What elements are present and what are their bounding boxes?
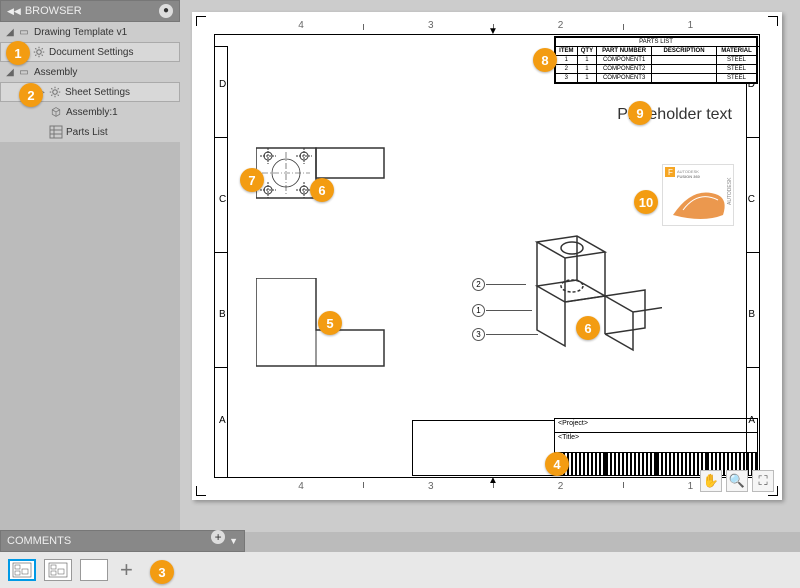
gear-icon (47, 85, 63, 99)
cube-icon (48, 105, 64, 119)
ruler-col: 1 (688, 481, 694, 492)
title-block-project: <Project> (555, 419, 757, 433)
expand-arrow-icon[interactable]: ◢ (4, 27, 16, 38)
tree-label: Drawing Template v1 (32, 27, 180, 38)
view-controls: ✋ 🔍 ⛶ (700, 470, 774, 492)
balloon: 1 (472, 304, 485, 317)
strip-tick (746, 367, 759, 368)
corner-marker (196, 16, 206, 26)
strip-tick (215, 137, 228, 138)
pan-button[interactable]: ✋ (700, 470, 722, 492)
fusion-logo-image[interactable]: F AUTODESK FUSION 360 AUTODESK (662, 164, 734, 226)
strip-tick (746, 137, 759, 138)
ruler-tick (363, 482, 364, 488)
balloon-leader (486, 284, 526, 285)
table-row: 11COMPONENT1STEEL (556, 56, 757, 65)
tree-item-partslist[interactable]: Parts List (0, 122, 180, 142)
expand-arrow-icon[interactable]: ◢ (4, 67, 16, 78)
gear-icon (31, 45, 47, 59)
strip-tick (746, 252, 759, 253)
browser-header[interactable]: ◀◀ BROWSER ● (0, 0, 180, 22)
tree-item-template[interactable]: ◢ ▭ Drawing Template v1 (0, 22, 180, 42)
annotation-callout: 6 (310, 178, 334, 202)
zoom-button[interactable]: 🔍 (726, 470, 748, 492)
zoom-fit-button[interactable]: ⛶ (752, 470, 774, 492)
drawing-view-iso[interactable]: 2 1 3 (482, 234, 662, 384)
sheet-thumbnail-blank[interactable] (80, 559, 108, 581)
title-block-title: <Title> (555, 433, 757, 453)
annotation-callout: 3 (150, 560, 174, 584)
document-icon: ▭ (16, 25, 32, 39)
comments-title: COMMENTS (7, 530, 71, 552)
annotation-callout: 2 (19, 83, 43, 107)
annotation-callout: 10 (634, 190, 658, 214)
ruler-tick (363, 24, 364, 30)
tree-label: Assembly:1 (64, 107, 180, 118)
drawing-canvas[interactable]: 4 3 2 1 4 3 2 1 ▼ ▲ D C B A D C B A (180, 0, 800, 532)
chevron-down-icon[interactable]: ▼ (229, 530, 238, 552)
browser-tree: ◢ ▭ Drawing Template v1 ▷ Document Setti… (0, 22, 180, 142)
strip-tick (215, 367, 228, 368)
annotation-callout: 6 (576, 316, 600, 340)
svg-text:FUSION 360: FUSION 360 (677, 174, 701, 179)
comments-header[interactable]: COMMENTS + ▼ (0, 530, 245, 552)
parts-list-header: PART NUMBER (597, 47, 652, 56)
drawing-sheet: 4 3 2 1 4 3 2 1 ▼ ▲ D C B A D C B A (192, 12, 782, 500)
annotation-callout: 9 (628, 101, 652, 125)
ruler-col: 4 (298, 481, 304, 492)
sheet-thumbnail[interactable] (8, 559, 36, 581)
annotation-callout: 5 (318, 311, 342, 335)
sheet-tab-bar: + (0, 552, 800, 588)
sheet-icon: ▭ (16, 65, 32, 79)
ruler-col: 3 (428, 20, 434, 31)
ruler-col: 2 (558, 481, 564, 492)
svg-text:AUTODESK: AUTODESK (727, 177, 733, 205)
tree-label: Assembly (32, 67, 180, 78)
ruler-tick (623, 24, 624, 30)
ruler-col: 2 (558, 20, 564, 31)
title-block-footer (555, 453, 757, 464)
ruler-col: 1 (688, 20, 694, 31)
corner-marker (768, 16, 778, 26)
balloon-leader (486, 310, 532, 311)
balloon: 3 (472, 328, 485, 341)
ruler-tick (623, 482, 624, 488)
add-comment-icon[interactable]: + (211, 530, 225, 544)
title-block[interactable]: <Project> <Title> (554, 418, 758, 476)
row-label-strip (746, 46, 759, 477)
table-row: 31COMPONENT3STEEL (556, 74, 757, 83)
comments-panel: COMMENTS + ▼ (0, 530, 245, 552)
parts-list-header: QTY (577, 47, 596, 56)
row-label-strip (215, 46, 228, 477)
parts-list-caption: PARTS LIST (555, 37, 757, 46)
table-row: 21COMPONENT2STEEL (556, 65, 757, 74)
balloon-leader (486, 334, 538, 335)
tree-label: Parts List (64, 127, 180, 138)
panel-collapse-icon[interactable]: ◀◀ (7, 0, 21, 22)
svg-text:F: F (668, 168, 673, 177)
list-icon (48, 125, 64, 139)
parts-list-table[interactable]: PARTS LIST ITEM QTY PART NUMBER DESCRIPT… (554, 36, 758, 84)
strip-tick (215, 252, 228, 253)
parts-list-header: ITEM (556, 47, 578, 56)
browser-panel: ◀◀ BROWSER ● ◢ ▭ Drawing Template v1 ▷ D… (0, 0, 180, 142)
browser-title: BROWSER (25, 0, 82, 22)
add-sheet-button[interactable]: + (116, 557, 137, 583)
tree-label: Sheet Settings (63, 87, 179, 98)
annotation-callout: 8 (533, 48, 557, 72)
ruler-col: 3 (428, 481, 434, 492)
parts-list-header: DESCRIPTION (652, 47, 717, 56)
tree-label: Document Settings (47, 47, 179, 58)
annotation-callout: 7 (240, 168, 264, 192)
title-block-revision[interactable] (412, 420, 554, 476)
balloon: 2 (472, 278, 485, 291)
parts-list-header: MATERIAL (717, 47, 757, 56)
annotation-callout: 1 (6, 41, 30, 65)
annotation-callout: 4 (545, 452, 569, 476)
corner-marker (196, 486, 206, 496)
ruler-col: 4 (298, 20, 304, 31)
tree-item-assembly[interactable]: ◢ ▭ Assembly (0, 62, 180, 82)
sheet-thumbnail[interactable] (44, 559, 72, 581)
minimize-icon[interactable]: ● (159, 4, 173, 18)
